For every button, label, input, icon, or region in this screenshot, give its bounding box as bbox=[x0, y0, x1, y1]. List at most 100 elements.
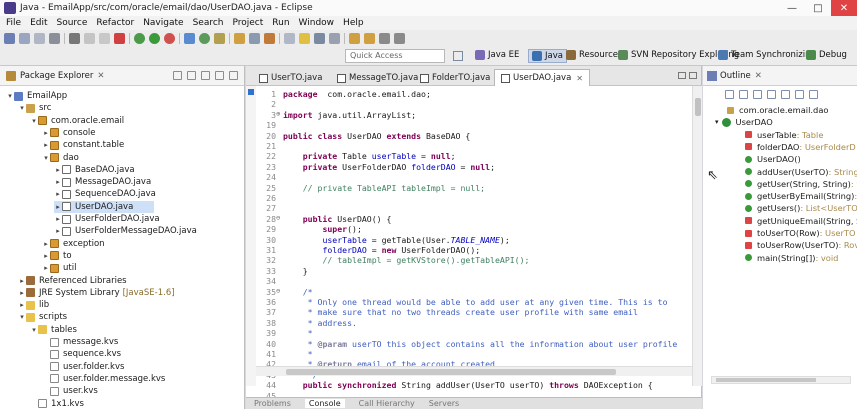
package-explorer-title[interactable]: Package Explorer bbox=[20, 71, 93, 81]
menu-item-window[interactable]: Window bbox=[299, 18, 335, 28]
bottom-tab-call-hierarchy[interactable]: Call Hierarchy bbox=[359, 399, 415, 408]
maximize-icon[interactable]: □ bbox=[805, 0, 831, 16]
collapsed-arrow-icon[interactable]: ▸ bbox=[42, 264, 50, 272]
outline-item[interactable]: getUsers() : List<UserTO bbox=[745, 202, 857, 214]
resume-icon[interactable] bbox=[84, 32, 95, 44]
tree-item[interactable]: user.kvs bbox=[42, 385, 98, 397]
outline-item[interactable]: main(String[]) : void bbox=[745, 252, 838, 264]
tree-item[interactable]: message.kvs bbox=[42, 336, 118, 348]
tree-item[interactable]: user.folder.kvs bbox=[42, 361, 124, 373]
hide-local-types-icon[interactable] bbox=[795, 90, 804, 99]
tab-userdao-java[interactable]: UserDAO.java ✕ bbox=[494, 69, 590, 86]
tree-item[interactable]: ▸ MessageDAO.java bbox=[54, 176, 151, 188]
tree-item[interactable]: user.folder.message.kvs bbox=[42, 373, 165, 385]
menu-item-source[interactable]: Source bbox=[57, 18, 88, 28]
collapsed-arrow-icon[interactable]: ▸ bbox=[42, 252, 50, 260]
tree-item[interactable]: ▸ SequenceDAO.java bbox=[54, 188, 156, 200]
next-annotation-icon[interactable] bbox=[349, 32, 360, 44]
menu-item-search[interactable]: Search bbox=[193, 18, 224, 28]
perspective-resource[interactable]: Resource bbox=[566, 50, 618, 60]
bookmark-marker-icon[interactable] bbox=[248, 89, 254, 95]
tab-folderto-java[interactable]: FolderTO.java bbox=[413, 69, 497, 86]
forward-icon[interactable] bbox=[394, 32, 405, 44]
close-icon[interactable]: ✕ bbox=[831, 0, 857, 16]
tree-item[interactable]: ▾ EmailApp bbox=[6, 90, 67, 102]
outline-item[interactable]: getUser(String, String) : U bbox=[745, 178, 857, 190]
maximize-view-icon[interactable] bbox=[229, 71, 238, 80]
search-icon[interactable] bbox=[264, 32, 275, 44]
collapsed-arrow-icon[interactable]: ▸ bbox=[54, 227, 62, 235]
whitespace-icon[interactable] bbox=[329, 32, 340, 44]
menu-item-refactor[interactable]: Refactor bbox=[96, 18, 134, 28]
expanded-arrow-icon[interactable]: ▾ bbox=[30, 326, 38, 334]
save-all-icon[interactable] bbox=[34, 32, 45, 44]
collapsed-arrow-icon[interactable]: ▸ bbox=[18, 289, 26, 297]
expanded-arrow-icon[interactable]: ▾ bbox=[18, 313, 26, 321]
tab-messageto-java[interactable]: MessageTO.java bbox=[330, 69, 425, 86]
minimize-icon[interactable]: — bbox=[779, 0, 805, 16]
tree-item[interactable]: ▸ UserDAO.java bbox=[54, 200, 154, 213]
editor-vertical-scrollbar[interactable] bbox=[692, 86, 702, 386]
external-tools-icon[interactable] bbox=[164, 32, 175, 44]
open-task-icon[interactable] bbox=[249, 32, 260, 44]
open-type-icon[interactable] bbox=[234, 32, 245, 44]
outline-item[interactable]: toUserRow(UserTO) : Rov bbox=[745, 239, 857, 251]
maximize-editor-icon[interactable] bbox=[689, 72, 697, 79]
save-icon[interactable] bbox=[19, 32, 30, 44]
collapsed-arrow-icon[interactable]: ▸ bbox=[42, 129, 50, 137]
print-icon[interactable] bbox=[49, 32, 60, 44]
editor-horizontal-scrollbar[interactable] bbox=[256, 366, 692, 376]
code-editor[interactable]: 1 package com.oracle.email.dao; 2 3 import j… bbox=[246, 86, 702, 401]
collapsed-arrow-icon[interactable]: ▸ bbox=[54, 190, 62, 198]
bottom-tab-problems[interactable]: Problems bbox=[254, 399, 291, 408]
menu-item-file[interactable]: File bbox=[6, 18, 21, 28]
collapsed-arrow-icon[interactable]: ▸ bbox=[42, 141, 50, 149]
open-perspective-icon[interactable] bbox=[453, 51, 463, 61]
view-menu-icon[interactable] bbox=[809, 90, 818, 99]
perspective-debug[interactable]: Debug bbox=[806, 50, 847, 60]
tree-item[interactable]: ▾ dao bbox=[42, 152, 79, 164]
perspective-java-ee[interactable]: Java EE bbox=[475, 50, 519, 60]
expand-fold-icon[interactable]: ⊕ bbox=[276, 110, 280, 118]
toggle-mark-icon[interactable] bbox=[284, 32, 295, 44]
run-icon[interactable] bbox=[149, 32, 160, 44]
tree-item[interactable]: ▸ exception bbox=[42, 238, 104, 250]
bottom-tab-console[interactable]: Console bbox=[304, 399, 345, 408]
tree-item[interactable]: ▸ JRE System Library [JavaSE-1.6] bbox=[18, 287, 174, 299]
tree-item[interactable]: ▸ UserFolderMessageDAO.java bbox=[54, 225, 197, 237]
view-menu-icon[interactable] bbox=[201, 71, 210, 80]
outline-item[interactable]: UserDAO() bbox=[745, 153, 801, 165]
outline-item[interactable]: userTable : Table bbox=[745, 129, 823, 141]
outline-item[interactable]: com.oracle.email.dao bbox=[727, 104, 828, 116]
close-view-icon[interactable]: ✕ bbox=[755, 71, 762, 81]
expanded-arrow-icon[interactable]: ▾ bbox=[715, 118, 719, 126]
sort-icon[interactable] bbox=[739, 90, 748, 99]
link-with-editor-icon[interactable] bbox=[187, 71, 196, 80]
skip-breakpoints-icon[interactable] bbox=[69, 32, 80, 44]
outline-item[interactable]: ▾ UserDAO bbox=[715, 116, 773, 128]
tree-item[interactable]: ▾ tables bbox=[30, 324, 77, 336]
menu-item-edit[interactable]: Edit bbox=[30, 18, 47, 28]
collapsed-arrow-icon[interactable]: ▸ bbox=[54, 203, 62, 211]
back-icon[interactable] bbox=[379, 32, 390, 44]
collapse-all-icon[interactable] bbox=[725, 90, 734, 99]
outline-title[interactable]: Outline bbox=[720, 71, 751, 81]
outline-item[interactable]: addUser(UserTO) : String bbox=[745, 166, 857, 178]
scroll-thumb[interactable] bbox=[716, 378, 816, 382]
tree-item[interactable]: ▸ BaseDAO.java bbox=[54, 164, 134, 176]
tree-item[interactable]: 1x1.kvs bbox=[30, 398, 84, 409]
expanded-arrow-icon[interactable]: ▾ bbox=[42, 154, 50, 162]
collapse-fold-icon[interactable]: ⊖ bbox=[276, 287, 280, 295]
highlight-icon[interactable] bbox=[299, 32, 310, 44]
tree-item[interactable]: ▸ UserFolderDAO.java bbox=[54, 213, 159, 225]
tree-item[interactable]: ▾ src bbox=[18, 102, 51, 114]
terminate-icon[interactable] bbox=[114, 32, 125, 44]
tree-item[interactable]: ▸ lib bbox=[18, 299, 49, 311]
menu-item-navigate[interactable]: Navigate bbox=[143, 18, 183, 28]
collapsed-arrow-icon[interactable]: ▸ bbox=[54, 178, 62, 186]
tree-item[interactable]: ▸ util bbox=[42, 262, 76, 274]
collapsed-arrow-icon[interactable]: ▸ bbox=[42, 240, 50, 248]
tree-item[interactable]: ▸ constant.table bbox=[42, 139, 124, 151]
tree-item[interactable]: ▾ scripts bbox=[18, 311, 67, 323]
tree-item[interactable]: sequence.kvs bbox=[42, 348, 121, 360]
